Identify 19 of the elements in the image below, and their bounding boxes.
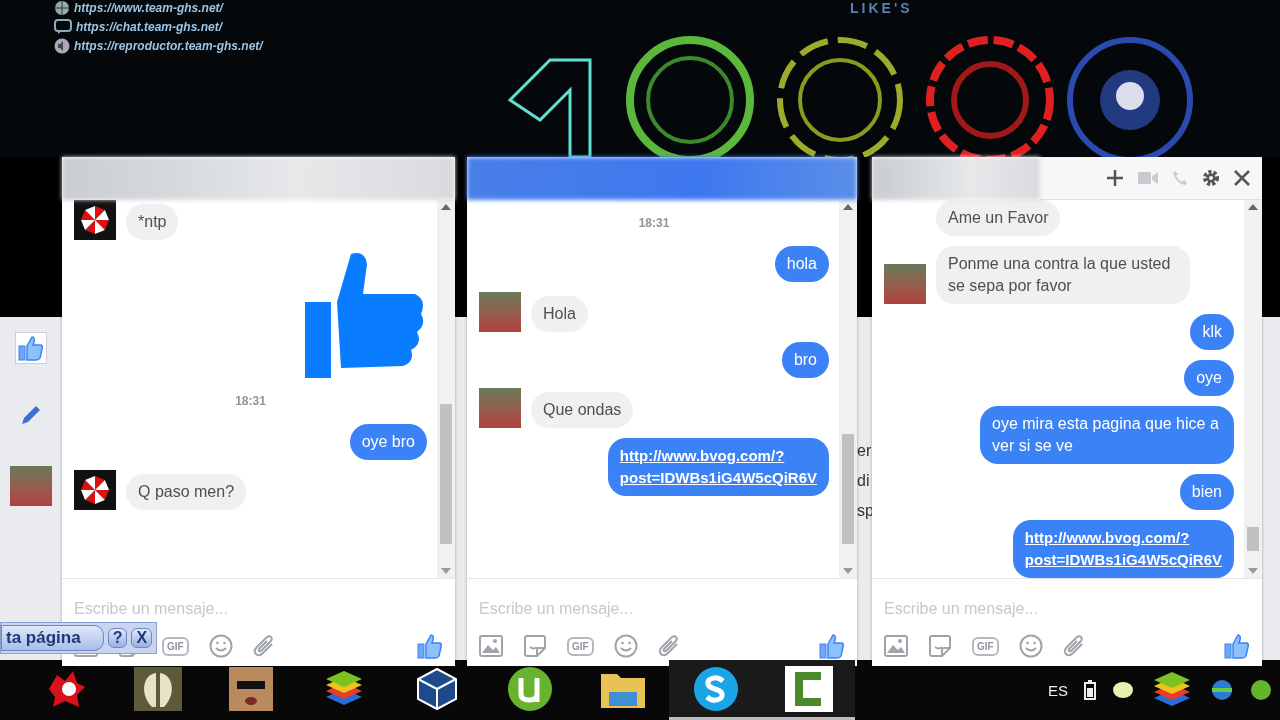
received-message: Ame un Favor (936, 200, 1061, 236)
background-text: di (857, 472, 871, 490)
timestamp: 18:31 (638, 215, 670, 232)
sent-message: bro (781, 342, 829, 378)
sent-message: bien (1179, 474, 1234, 510)
sent-message: oye (1184, 360, 1234, 396)
sent-message: oye bro (349, 424, 427, 460)
sent-message: hola (774, 246, 829, 282)
background-text: er (857, 442, 872, 460)
sent-message: klk (1190, 314, 1234, 350)
tooltip-label: ta página (1, 625, 104, 651)
received-message: *ntp (126, 204, 179, 240)
banner-title: LIKE'S (850, 0, 913, 16)
timestamp: 18:31 (235, 393, 266, 410)
received-message: Ponme una contra la que usted se sepa por favor (936, 246, 1190, 304)
received-message: Hola (531, 296, 588, 332)
received-message: Que ondas (531, 392, 634, 428)
sent-message: oye mira esta pagina que hice a ver si se ve (980, 406, 1234, 464)
received-message: Q paso men? (126, 474, 247, 510)
